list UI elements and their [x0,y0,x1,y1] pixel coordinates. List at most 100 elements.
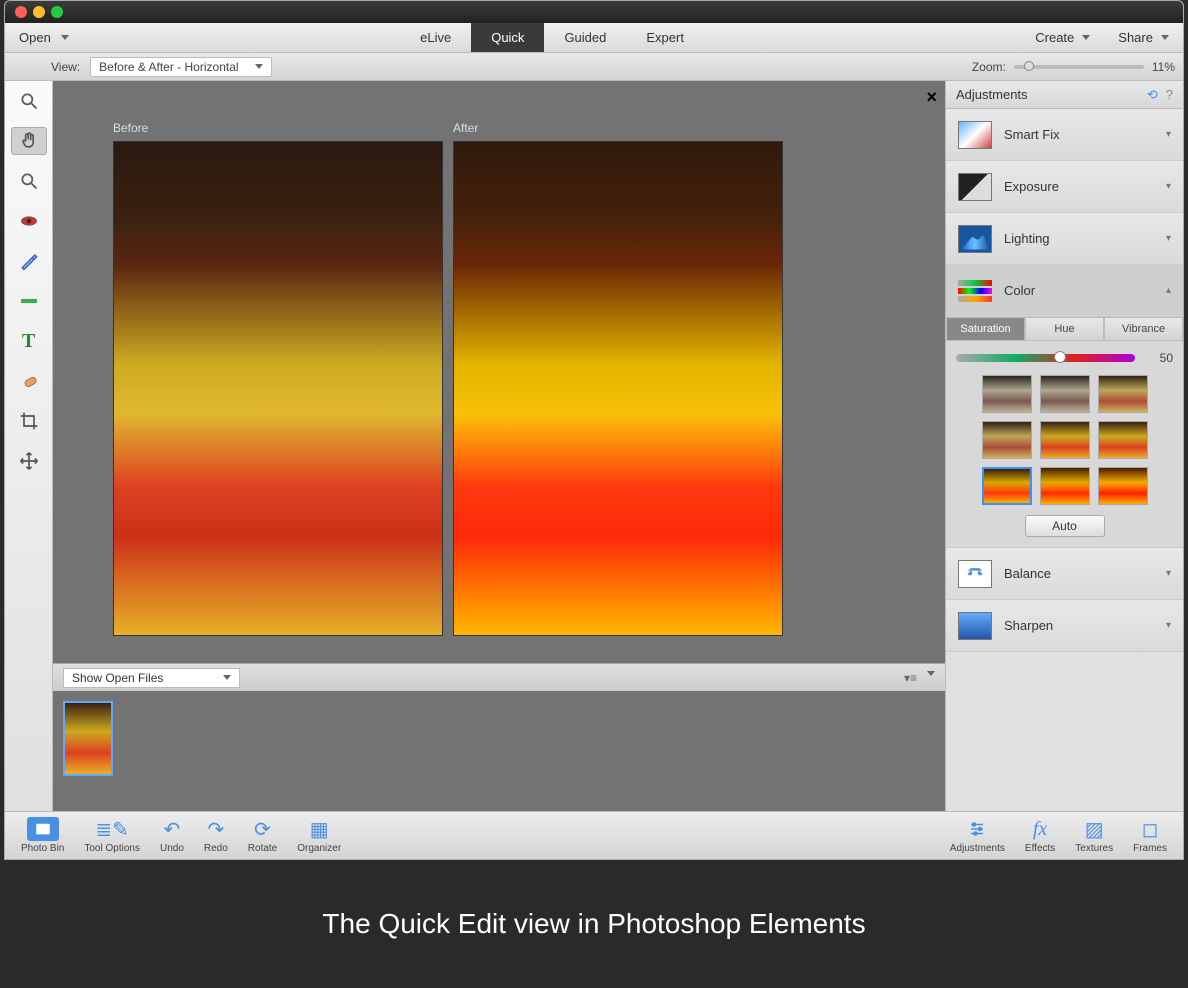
saturation-preset[interactable] [1040,467,1090,505]
saturation-preset-selected[interactable] [982,467,1032,505]
caption-text: The Quick Edit view in Photoshop Element… [322,908,865,940]
adjustments-header: Adjustments ⟲ ? [946,81,1183,109]
straighten-tool[interactable] [11,287,47,315]
canvas[interactable]: × Before After [53,81,945,663]
tool-options-button[interactable]: ≣✎ Tool Options [74,817,150,854]
redo-button[interactable]: ↷ Redo [194,817,238,854]
adjustments-panel-button[interactable]: Adjustments [940,817,1015,854]
tab-expert[interactable]: Expert [626,23,704,52]
fx-icon: fx [1033,817,1047,841]
saturation-preset[interactable] [1098,375,1148,413]
create-menu-button[interactable]: Create [1021,23,1104,52]
bin-menu-icon[interactable]: ▾≡ [904,671,917,685]
tab-guided[interactable]: Guided [544,23,626,52]
zoom-thumb[interactable] [1024,61,1034,71]
zoom-value: 11% [1152,60,1175,74]
foot-label: Redo [204,843,228,854]
close-document-button[interactable]: × [926,87,937,108]
view-select[interactable]: Before & After - Horizontal [90,57,271,77]
saturation-preset[interactable] [1040,375,1090,413]
foot-label: Adjustments [950,843,1005,854]
photo-bin-button[interactable]: Photo Bin [11,817,74,854]
lighting-icon [958,225,992,253]
redeye-tool[interactable] [11,207,47,235]
quick-select-tool[interactable] [11,167,47,195]
caption: The Quick Edit view in Photoshop Element… [0,860,1188,988]
saturation-preset-grid [956,375,1173,505]
chevron-down-icon: ▾ [1166,181,1171,192]
rotate-button[interactable]: ⟳ Rotate [238,817,287,854]
undo-button[interactable]: ↶ Undo [150,817,194,854]
before-after-container: Before After [53,81,945,636]
before-image [113,141,443,636]
color-sub-tabs: Saturation Hue Vibrance [946,317,1183,341]
saturation-thumb[interactable] [1054,351,1066,363]
tab-hue[interactable]: Hue [1025,317,1104,341]
adjustment-smart-fix[interactable]: Smart Fix ▾ [946,109,1183,161]
saturation-preset[interactable] [1040,421,1090,459]
move-tool[interactable] [11,447,47,475]
zoom-slider[interactable] [1014,65,1144,69]
crop-tool[interactable] [11,407,47,435]
adjustment-exposure[interactable]: Exposure ▾ [946,161,1183,213]
options-bar: View: Before & After - Horizontal Zoom: … [5,53,1183,81]
left-toolbar: T [5,81,53,811]
adjustment-balance[interactable]: Balance ▾ [946,548,1183,600]
text-tool[interactable]: T [11,327,47,355]
organizer-button[interactable]: ▦ Organizer [287,817,351,854]
photo-bin-select[interactable]: Show Open Files [63,668,240,688]
auto-button[interactable]: Auto [1025,515,1105,537]
bin-select-label: Show Open Files [72,671,163,685]
maximize-window-dot[interactable] [51,6,63,18]
chevron-up-icon: ▴ [1166,285,1171,296]
textures-panel-button[interactable]: ▨ Textures [1065,817,1123,854]
after-image [453,141,783,636]
adjustment-color[interactable]: Color ▴ [946,265,1183,317]
workspace: T × Before After [5,81,1183,811]
close-window-dot[interactable] [15,6,27,18]
saturation-preset[interactable] [982,375,1032,413]
tab-vibrance[interactable]: Vibrance [1104,317,1183,341]
bin-collapse-icon[interactable] [927,671,935,676]
whiten-teeth-tool[interactable] [11,247,47,275]
redo-icon: ↷ [207,817,224,841]
tab-quick[interactable]: Quick [471,23,544,52]
spot-heal-tool[interactable] [11,367,47,395]
canvas-area: × Before After Show Open Files [53,81,945,811]
frames-panel-button[interactable]: ◻ Frames [1123,817,1177,854]
exposure-label: Exposure [1004,179,1154,194]
undo-icon: ↶ [164,817,181,841]
sliders-icon [966,817,988,841]
saturation-slider[interactable] [956,354,1135,362]
adjustment-lighting[interactable]: Lighting ▾ [946,213,1183,265]
tab-elive[interactable]: eLive [400,23,471,52]
saturation-preset[interactable] [982,421,1032,459]
adjustment-sharpen[interactable]: Sharpen ▾ [946,600,1183,652]
open-label: Open [19,30,51,45]
zoom-tool[interactable] [11,87,47,115]
open-menu-button[interactable]: Open [5,23,83,52]
lighting-label: Lighting [1004,231,1154,246]
foot-label: Photo Bin [21,843,64,854]
minimize-window-dot[interactable] [33,6,45,18]
share-menu-button[interactable]: Share [1104,23,1183,52]
hand-tool[interactable] [11,127,47,155]
saturation-preset[interactable] [1098,421,1148,459]
zoom-label: Zoom: [972,60,1006,74]
caret-down-icon [1161,35,1169,40]
balance-label: Balance [1004,566,1154,581]
reset-icon[interactable]: ⟲ [1147,87,1158,103]
menu-bar: Open eLive Quick Guided Expert Create Sh… [5,23,1183,53]
color-label: Color [1004,283,1154,298]
organizer-icon: ▦ [310,817,329,841]
frame-icon: ◻ [1142,817,1159,841]
tab-saturation[interactable]: Saturation [946,317,1025,341]
color-icon [958,280,992,302]
bin-right-controls: ▾≡ [904,671,935,685]
help-icon[interactable]: ? [1166,87,1173,103]
chevron-down-icon: ▾ [1166,233,1171,244]
photo-bin-thumbnail[interactable] [63,701,113,776]
effects-panel-button[interactable]: fx Effects [1015,817,1065,854]
foot-label: Textures [1075,843,1113,854]
saturation-preset[interactable] [1098,467,1148,505]
